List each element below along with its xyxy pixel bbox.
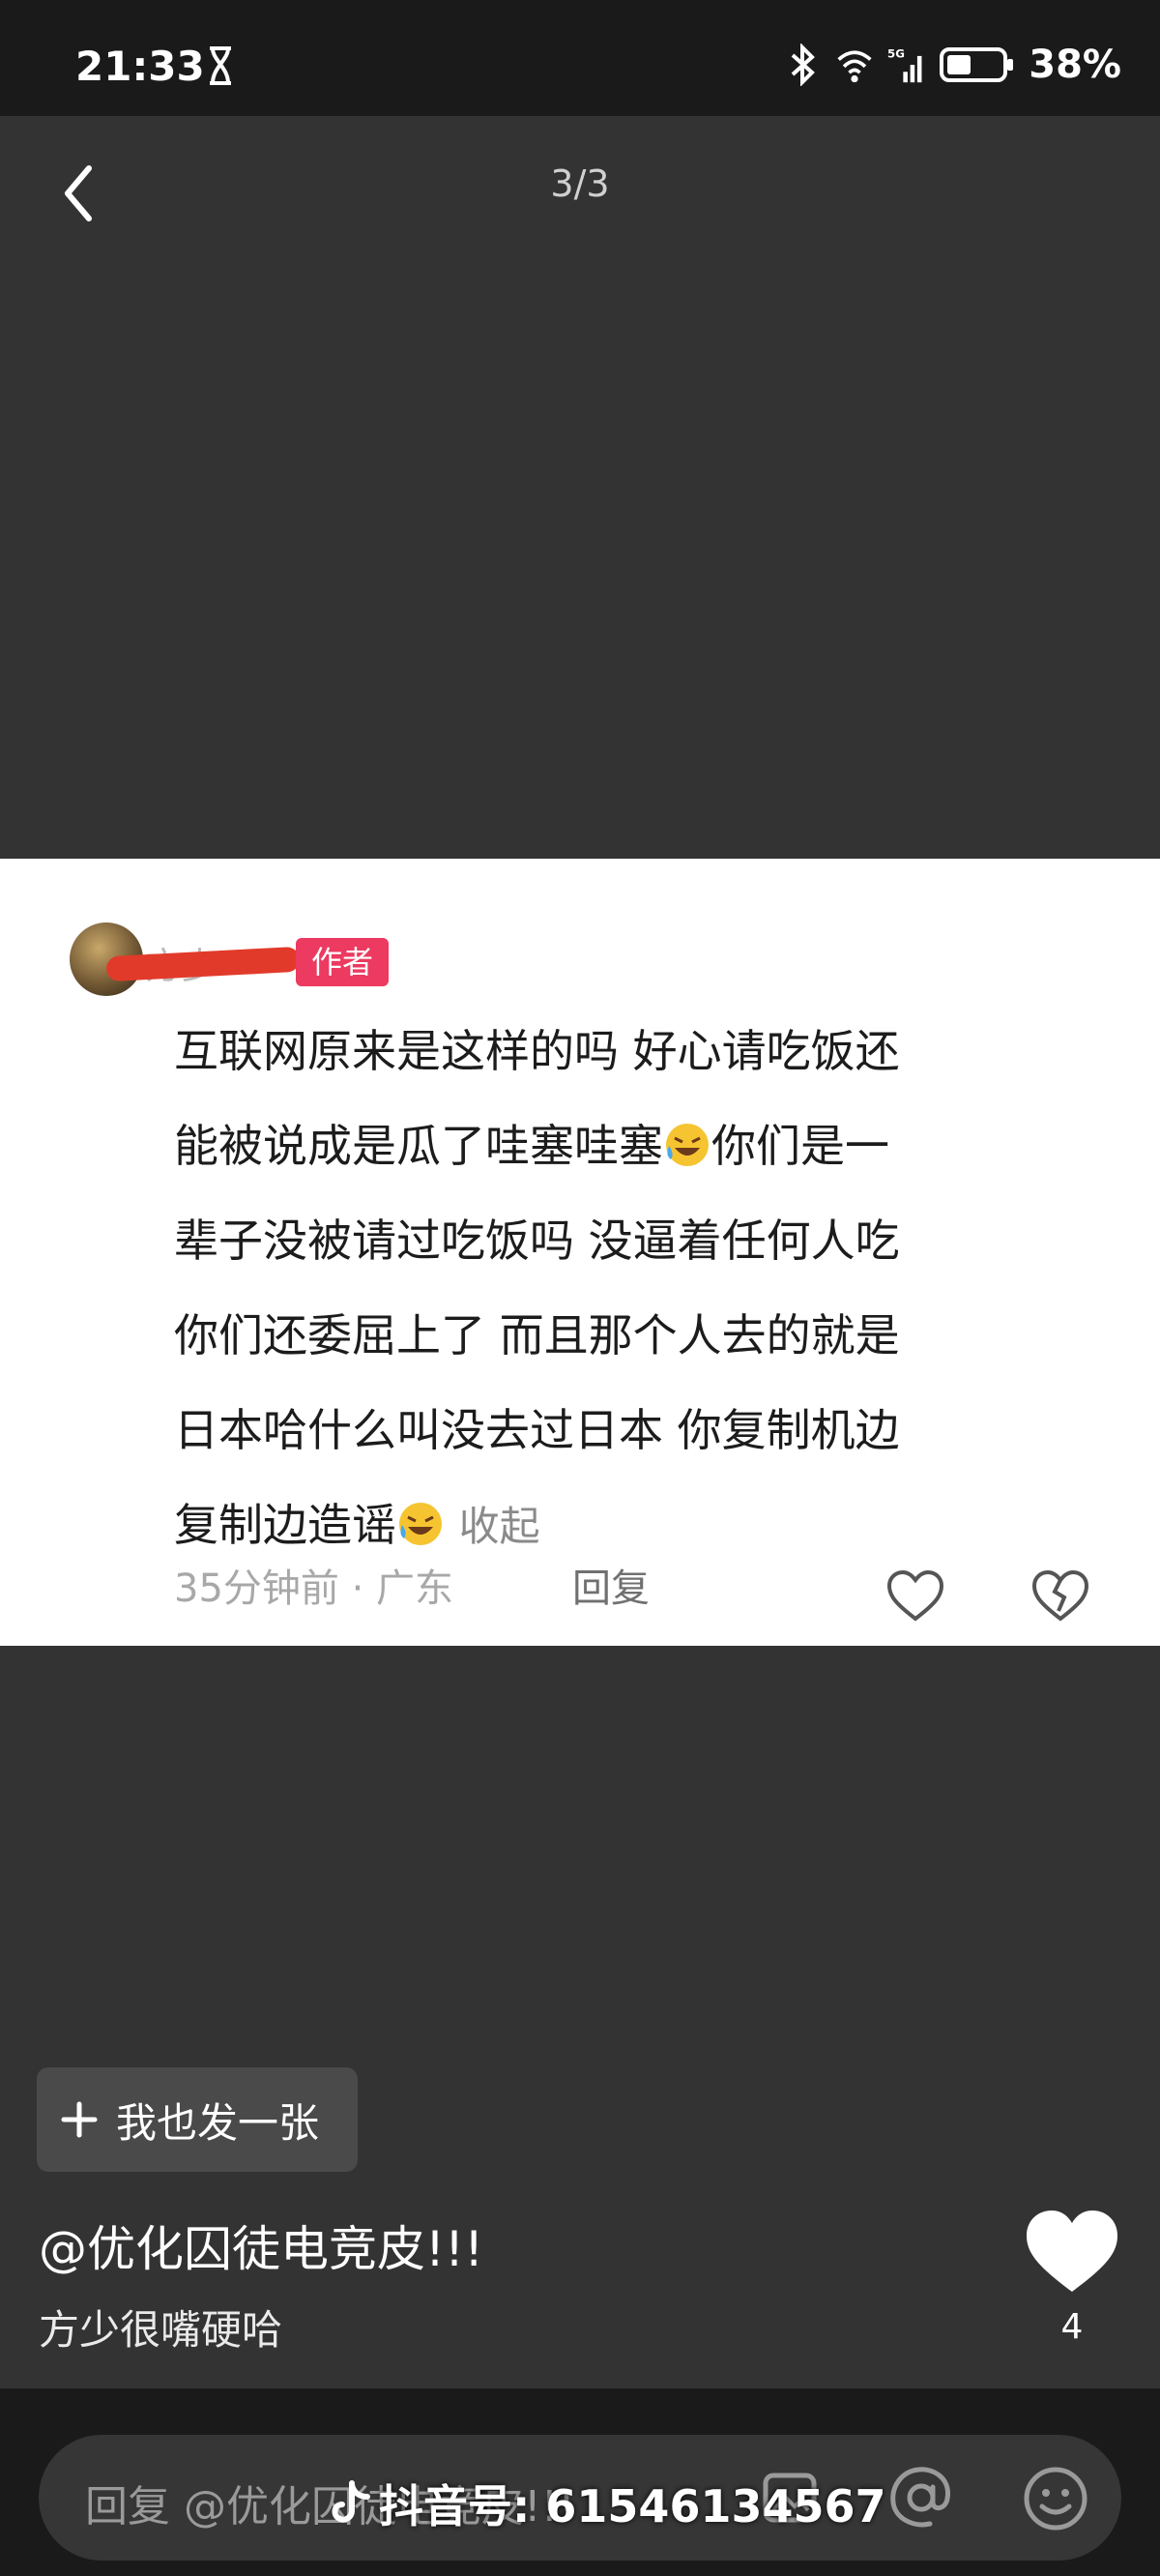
page-counter: 3/3 [550,162,610,205]
wifi-icon [837,50,872,83]
broken-heart-icon [1031,1569,1089,1622]
comment-screenshot-card: 方少 作者 互联网原来是这样的吗 好心请吃饭还 能被说成是瓜了哇塞哇塞 你们是一… [0,859,1160,1646]
bluetooth-icon [791,44,816,86]
comment-time-location: 35分钟前 · 广东 [174,1566,454,1611]
heart-icon [1027,2210,1117,2292]
post-button-label: 我也发一张 [116,2098,320,2147]
caption-subtitle: 方少很嘴硬哈 [39,2306,283,2354]
battery-percent: 38% [1029,43,1121,87]
author-badge: 作者 [296,938,390,986]
mention-icon[interactable] [887,2464,955,2532]
comment-line: 能被说成是瓜了哇塞哇塞 你们是一 [174,1120,889,1172]
hourglass-icon [210,46,231,85]
network-label: 5G [887,47,905,61]
comment-line: 你们还委屈上了 而且那个人去的就是 [174,1309,900,1361]
like-button[interactable] [1023,2207,1121,2298]
emoji-picker-icon[interactable] [1021,2464,1090,2533]
post-image-button[interactable]: 我也发一张 [37,2067,358,2172]
like-count: 4 [1060,2307,1084,2347]
douyin-logo-icon [332,2480,370,2523]
status-time: 21:33 [75,43,205,90]
status-bar: 21:33 5G 38% [0,0,1160,116]
caption-title[interactable]: @优化囚徒电竞皮!!! [39,2210,483,2280]
laughing-crying-emoji-icon [399,1503,442,1545]
collapse-link: 收起 [458,1503,540,1550]
watermark-text: 抖音号: 61546134567 [379,2480,886,2532]
comment-line: 日本哈什么叫没去过日本 你复制机边 [174,1404,900,1456]
heart-outline-icon [886,1569,944,1622]
reply-link: 回复 [572,1566,650,1611]
signal-icon: 5G [887,47,922,83]
plus-icon [61,2101,98,2138]
comment-line: 辈子没被请过吃饭吗 没逼着任何人吃 [174,1215,900,1267]
comment-text: 互联网原来是这样的吗 好心请吃饭还 能被说成是瓜了哇塞哇塞 你们是一 辈子没被请… [174,1004,1073,1574]
laughing-crying-emoji-icon [666,1124,709,1166]
status-icons: 5G 38% [783,43,1121,87]
douyin-watermark: 抖音号: 61546134567 [329,2472,886,2535]
comment-line: 互联网原来是这样的吗 好心请吃饭还 [174,1025,900,1077]
battery-icon [940,47,1014,82]
